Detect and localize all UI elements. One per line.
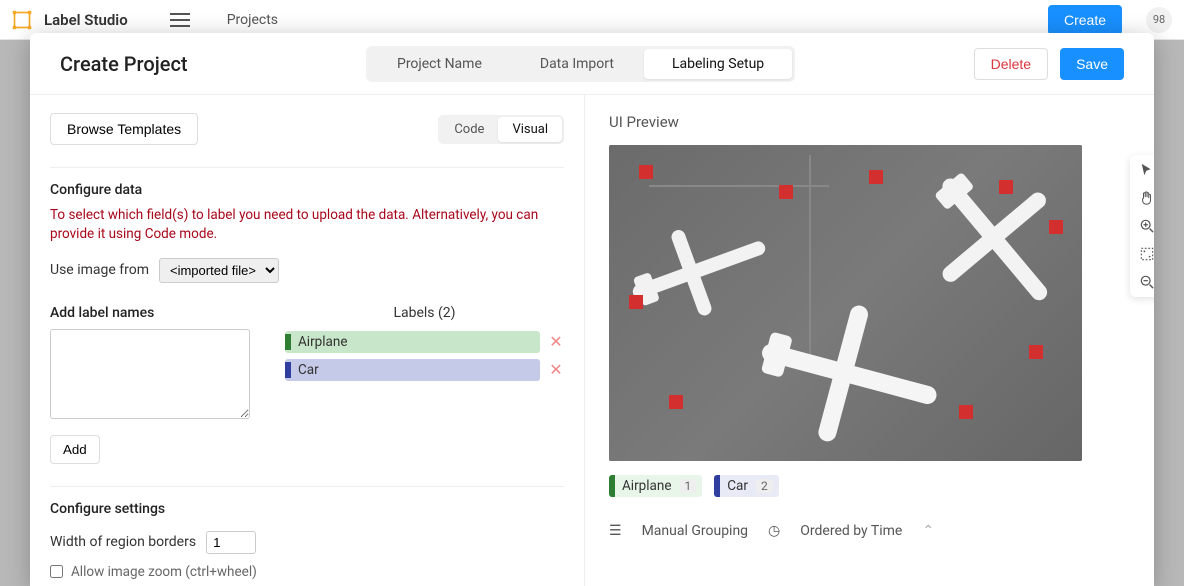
label-chip-airplane[interactable]: Airplane xyxy=(285,331,540,353)
ordered-label[interactable]: Ordered by Time xyxy=(800,523,902,539)
use-image-from-label: Use image from xyxy=(50,262,149,278)
fit-screen-icon[interactable] xyxy=(1138,245,1154,263)
allow-zoom-label: Allow image zoom (ctrl+wheel) xyxy=(71,564,257,580)
preview-panel: UI Preview xyxy=(585,95,1154,586)
preview-label-hotkey: 2 xyxy=(756,479,773,493)
chevron-up-icon[interactable]: ⌃ xyxy=(922,523,934,539)
create-button[interactable]: Create xyxy=(1048,5,1122,35)
save-button[interactable]: Save xyxy=(1060,48,1124,80)
hand-icon[interactable] xyxy=(1138,189,1154,207)
mode-code[interactable]: Code xyxy=(440,117,498,142)
mode-visual[interactable]: Visual xyxy=(498,117,562,142)
preview-label-hotkey: 1 xyxy=(680,479,697,493)
configure-data-heading: Configure data xyxy=(50,182,564,198)
zoom-in-icon[interactable] xyxy=(1138,217,1154,235)
list-icon: ☰ xyxy=(609,523,622,539)
clock-icon: ◷ xyxy=(768,523,780,539)
configure-settings-heading: Configure settings xyxy=(50,501,564,517)
tab-project-name[interactable]: Project Name xyxy=(369,49,510,79)
preview-toolbar xyxy=(1130,155,1154,297)
ui-preview-heading: UI Preview xyxy=(609,113,1130,131)
tab-data-import[interactable]: Data Import xyxy=(512,49,642,79)
label-chip-car[interactable]: Car xyxy=(285,359,540,381)
configure-data-warning: To select which field(s) to label you ne… xyxy=(50,206,564,244)
tab-labeling-setup[interactable]: Labeling Setup xyxy=(644,49,792,79)
modal-title: Create Project xyxy=(60,52,188,76)
add-label-button[interactable]: Add xyxy=(50,435,100,464)
create-project-modal: Create Project Project Name Data Import … xyxy=(30,33,1154,586)
app-name: Label Studio xyxy=(44,11,128,29)
delete-label-icon[interactable]: ✕ xyxy=(548,332,564,351)
delete-button[interactable]: Delete xyxy=(974,48,1048,80)
notification-badge[interactable]: 98 xyxy=(1146,7,1172,33)
zoom-out-icon[interactable] xyxy=(1138,273,1154,291)
label-row-car: Car ✕ xyxy=(285,359,564,381)
pointer-icon[interactable] xyxy=(1138,161,1154,179)
image-source-select[interactable]: <imported file> xyxy=(159,258,279,283)
region-border-width-input[interactable] xyxy=(206,531,256,554)
modal-header: Create Project Project Name Data Import … xyxy=(30,33,1154,95)
grouping-label[interactable]: Manual Grouping xyxy=(642,523,748,539)
preview-footer: ☰ Manual Grouping ◷ Ordered by Time ⌃ xyxy=(609,523,1130,539)
preview-label-text: Car xyxy=(727,475,752,497)
allow-zoom-checkbox[interactable] xyxy=(50,565,63,578)
width-region-label: Width of region borders xyxy=(50,534,196,550)
preview-label-airplane[interactable]: Airplane 1 xyxy=(609,475,702,497)
label-chip-text: Airplane xyxy=(298,334,348,350)
app-logo-icon xyxy=(12,10,32,30)
browse-templates-button[interactable]: Browse Templates xyxy=(50,113,198,145)
preview-label-buttons: Airplane 1 Car 2 xyxy=(609,475,1130,497)
preview-label-car[interactable]: Car 2 xyxy=(714,475,778,497)
label-row-airplane: Airplane ✕ xyxy=(285,331,564,353)
labels-heading: Labels (2) xyxy=(285,305,564,321)
editor-mode-tabs: Code Visual xyxy=(438,115,564,144)
preview-label-text: Airplane xyxy=(622,475,676,497)
config-panel: Browse Templates Code Visual Configure d… xyxy=(30,95,585,586)
label-chip-text: Car xyxy=(298,362,319,378)
delete-label-icon[interactable]: ✕ xyxy=(548,360,564,379)
breadcrumb[interactable]: Projects xyxy=(227,12,278,28)
wizard-tabs: Project Name Data Import Labeling Setup xyxy=(366,46,795,82)
label-names-input[interactable] xyxy=(50,329,250,419)
add-label-names-heading: Add label names xyxy=(50,305,250,321)
preview-image[interactable] xyxy=(609,145,1082,461)
hamburger-icon[interactable] xyxy=(170,13,190,27)
